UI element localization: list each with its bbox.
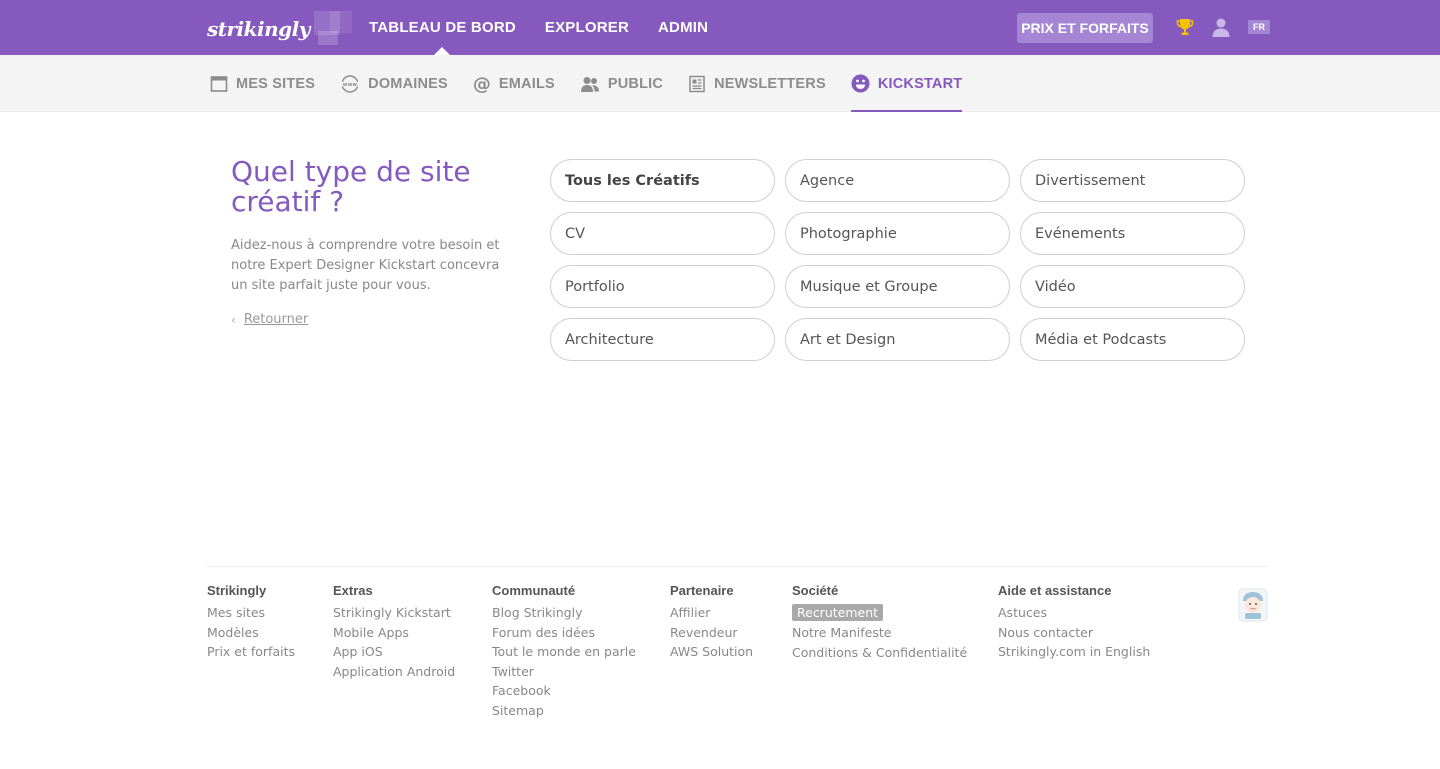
smiley-icon [851,74,870,93]
footer-link[interactable]: Mobile Apps [333,623,455,643]
trophy-icon[interactable] [1175,17,1195,37]
footer-link[interactable]: Nous contacter [998,623,1150,643]
footer-link[interactable]: Twitter [492,662,636,682]
footer-link[interactable]: Application Android [333,662,455,682]
footer-link[interactable]: Tout le monde en parle [492,642,636,662]
footer-col-extras: Extras Strikingly Kickstart Mobile Apps … [333,583,455,681]
at-sign-icon: @ [473,75,491,93]
option-video[interactable]: Vidéo [1020,265,1245,308]
footer-link[interactable]: AWS Solution [670,642,753,662]
footer-link[interactable]: Prix et forfaits [207,642,295,662]
tab-label: PUBLIC [607,75,664,92]
option-divertissement[interactable]: Divertissement [1020,159,1245,202]
svg-text:www: www [343,82,358,88]
logo-text: strikingly [207,17,310,41]
tab-kickstart[interactable]: KICKSTART [850,55,963,112]
tab-label: NEWSLETTERS [714,75,826,92]
footer-link[interactable]: Astuces [998,603,1150,623]
tab-public[interactable]: PUBLIC [580,55,663,112]
footer-link-recrutement-badge[interactable]: Recrutement [792,604,884,621]
footer-link[interactable]: Strikingly Kickstart [333,603,455,623]
tab-label: MES SITES [236,75,316,92]
top-bar: strikingly TABLEAU DE BORD EXPLORER ADMI… [0,0,1440,55]
tab-label: DOMAINES [368,75,448,92]
footer-link[interactable]: Affilier [670,603,753,623]
footer-link[interactable]: Modèles [207,623,295,643]
footer-col-aide: Aide et assistance Astuces Nous contacte… [998,583,1150,662]
tab-domaines[interactable]: www DOMAINES [340,55,448,112]
main-nav: TABLEAU DE BORD EXPLORER ADMIN [369,0,737,55]
footer-col-title: Strikingly [207,583,267,598]
footer-link[interactable]: Forum des idées [492,623,636,643]
option-musique-et-groupe[interactable]: Musique et Groupe [785,265,1010,308]
user-icon[interactable] [1210,16,1232,38]
tab-label: EMAILS [498,75,555,92]
footer-col-title: Partenaire [670,583,734,598]
back-link[interactable]: Retourner [244,312,308,327]
nav-explorer[interactable]: EXPLORER [545,0,629,55]
sub-nav: MES SITES www DOMAINES @ EMAILS PUBLIC N… [0,55,1440,112]
svg-text:@: @ [473,75,491,93]
tab-newsletters[interactable]: NEWSLETTERS [688,55,826,112]
footer-col-partenaire: Partenaire Affilier Revendeur AWS Soluti… [670,583,753,662]
footer-col-title: Extras [333,583,373,598]
footer-col-title: Société [792,583,839,598]
pricing-button[interactable]: PRIX ET FORFAITS [1017,13,1153,43]
footer-divider [207,566,1268,567]
footer-col-communaute: Communauté Blog Strikingly Forum des idé… [492,583,636,720]
mascot-icon [1238,588,1268,622]
language-switcher[interactable]: FR [1248,20,1270,34]
option-media-et-podcasts[interactable]: Média et Podcasts [1020,318,1245,361]
tab-label: KICKSTART [877,75,963,92]
option-cv[interactable]: CV [550,212,775,255]
option-portfolio[interactable]: Portfolio [550,265,775,308]
footer-link[interactable]: Mes sites [207,603,295,623]
footer-link[interactable]: Facebook [492,681,636,701]
footer-link[interactable]: Sitemap [492,701,636,721]
option-tous-les-creatifs[interactable]: Tous les Créatifs [550,159,775,202]
page-description: Aidez-nous à comprendre votre besoin et … [231,238,500,293]
option-art-et-design[interactable]: Art et Design [785,318,1010,361]
footer-link[interactable]: Conditions & Confidentialité [792,643,967,663]
footer-link[interactable]: App iOS [333,642,455,662]
browser-window-icon [210,75,228,92]
option-photographie[interactable]: Photographie [785,212,1010,255]
footer-col-societe: Société Recrutement Notre Manifeste Cond… [792,583,967,662]
footer-col-title: Communauté [492,583,576,598]
logo-mosaic-icon [313,11,354,47]
option-evenements[interactable]: Evénements [1020,212,1245,255]
footer-col-title: Aide et assistance [998,583,1112,598]
nav-admin[interactable]: ADMIN [658,0,708,55]
footer-link[interactable]: Notre Manifeste [792,623,967,643]
nav-tableau-de-bord[interactable]: TABLEAU DE BORD [369,0,516,55]
footer-link[interactable]: Blog Strikingly [492,603,636,623]
www-globe-icon: www [340,74,361,93]
footer-link[interactable]: Revendeur [670,623,753,643]
back-link-row: ‹ Retourner [231,312,308,327]
creative-type-options: Tous les Créatifs Agence Divertissement … [550,159,1245,361]
option-architecture[interactable]: Architecture [550,318,775,361]
option-agence[interactable]: Agence [785,159,1010,202]
tab-emails[interactable]: @ EMAILS [473,55,555,112]
tab-mes-sites[interactable]: MES SITES [210,55,315,112]
page-title: Quel type de site créatif ? [231,155,471,218]
footer-link[interactable]: Strikingly.com in English [998,642,1150,662]
newsletter-icon [689,75,705,92]
chevron-left-icon: ‹ [231,312,236,327]
people-icon [580,76,599,92]
footer-col-strikingly: Strikingly Mes sites Modèles Prix et for… [207,583,295,662]
strikingly-logo[interactable]: strikingly [207,11,354,47]
